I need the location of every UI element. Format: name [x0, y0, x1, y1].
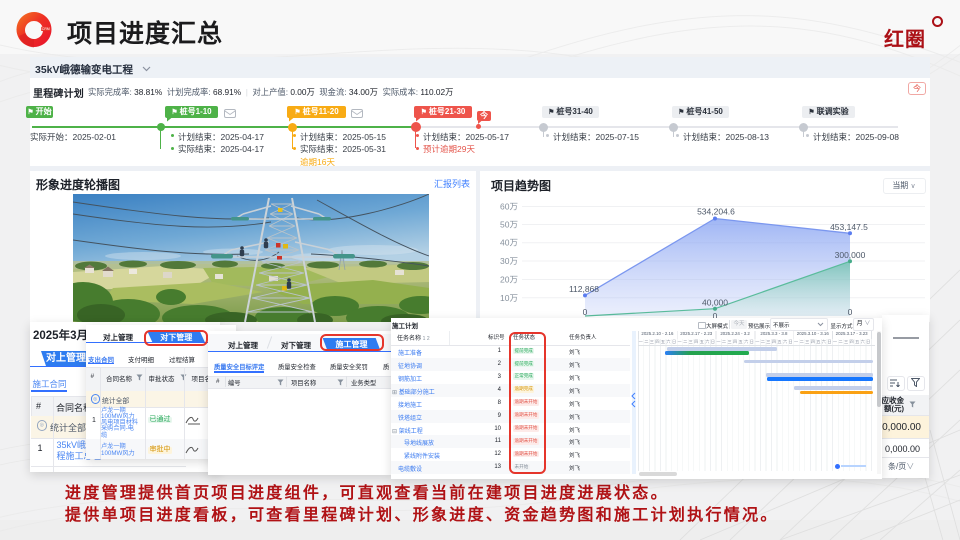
svg-text:60万: 60万 [500, 202, 518, 212]
svg-text:300,000: 300,000 [835, 250, 866, 260]
svg-text:453,147.5: 453,147.5 [830, 222, 868, 232]
svg-text:20万: 20万 [500, 275, 518, 285]
svg-text:50万: 50万 [500, 220, 518, 230]
svg-text:112,868: 112,868 [569, 284, 599, 294]
svg-text:30万: 30万 [500, 256, 518, 266]
svg-text:40万: 40万 [500, 238, 518, 248]
svg-text:40,000: 40,000 [702, 298, 728, 308]
svg-text:0: 0 [848, 307, 853, 317]
svg-text:CRM: CRM [42, 27, 50, 31]
svg-text:10万: 10万 [500, 293, 518, 303]
svg-text:534,204.6: 534,204.6 [697, 207, 735, 217]
svg-text:0: 0 [583, 307, 588, 317]
